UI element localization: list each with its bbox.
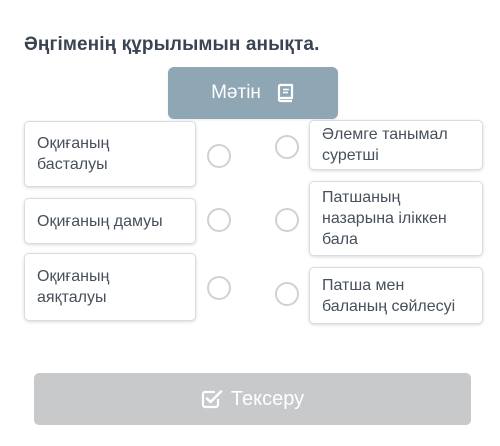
book-icon	[275, 83, 295, 103]
check-square-icon	[201, 389, 223, 409]
right-item-label: Патшаның назарына іліккен бала	[322, 189, 447, 248]
list-item-left-3[interactable]: Оқиғаның аяқталуы	[24, 253, 196, 321]
right-connector-radio-1[interactable]	[275, 135, 299, 159]
list-item-right-2[interactable]: Патшаның назарына іліккен бала	[309, 181, 483, 256]
left-connector-radio-2[interactable]	[207, 208, 231, 232]
list-item-right-3[interactable]: Патша мен баланың сөйлесуі	[309, 267, 483, 324]
left-connector-radio-1[interactable]	[207, 144, 231, 168]
right-connector-radio-3[interactable]	[275, 282, 299, 306]
right-connector-radio-2[interactable]	[275, 208, 299, 232]
text-button-label: Мәтін	[211, 82, 261, 103]
list-item-right-1[interactable]: Әлемге танымал суретші	[309, 120, 483, 170]
text-button[interactable]: Мәтін	[168, 67, 338, 119]
right-item-label: Әлемге танымал суретші	[322, 126, 448, 164]
page-title: Әңгіменің құрылымын анықта.	[24, 34, 320, 55]
list-item-left-2[interactable]: Оқиғаның дамуы	[24, 198, 196, 244]
left-item-label: Оқиғаның басталуы	[37, 135, 110, 173]
right-item-label: Патша мен баланың сөйлесуі	[322, 276, 456, 315]
list-item-left-1[interactable]: Оқиғаның басталуы	[24, 121, 196, 187]
check-button[interactable]: Тексеру	[34, 373, 471, 425]
check-button-label: Тексеру	[230, 387, 305, 410]
left-item-label: Оқиғаның аяқталуы	[37, 268, 110, 306]
left-item-label: Оқиғаның дамуы	[37, 212, 163, 230]
left-connector-radio-3[interactable]	[207, 276, 231, 300]
